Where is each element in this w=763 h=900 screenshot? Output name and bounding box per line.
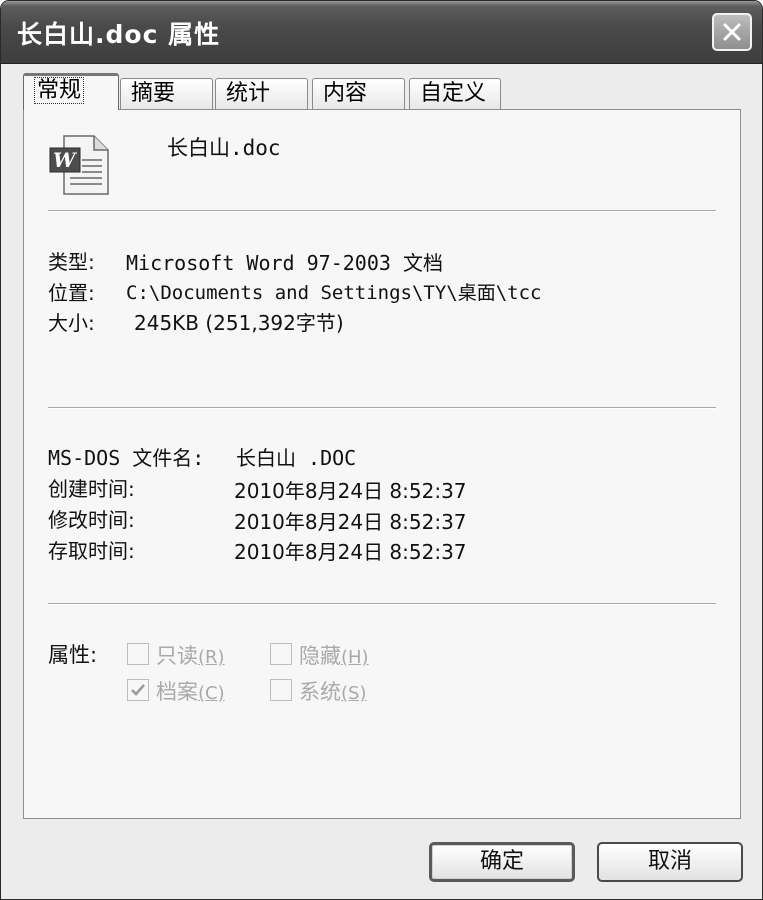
size-value: 245KB (251,392字节) [134,311,344,335]
system-label: 系统 [299,680,341,704]
size-label: 大小: [48,311,95,335]
system-accesskey: (S) [341,683,367,704]
divider-2 [48,407,716,409]
tab-contents-label: 内容 [323,81,368,106]
divider-3 [48,603,716,605]
tab-summary-label: 摘要 [131,81,176,106]
archive-accesskey: (C) [198,683,225,704]
tab-general-label: 常规 [34,77,85,104]
ok-button[interactable]: 确定 [429,842,575,882]
type-value: Microsoft Word 97-2003 文档 [126,251,443,275]
tab-contents[interactable]: 内容 [312,78,405,109]
word-document-icon: W [49,135,109,195]
tab-custom[interactable]: 自定义 [409,78,501,109]
readonly-label: 只读 [156,644,198,668]
location-label: 位置: [48,281,95,305]
archive-label: 档案 [156,680,198,704]
tab-general[interactable]: 常规 [23,73,119,110]
hidden-label: 隐藏 [299,644,341,668]
tab-summary[interactable]: 摘要 [120,78,213,109]
system-option[interactable]: 系统(S) [299,676,366,706]
hidden-option[interactable]: 隐藏(H) [299,640,369,670]
close-button[interactable] [712,13,752,51]
created-label: 创建时间: [48,477,135,501]
readonly-option[interactable]: 只读(R) [156,640,225,670]
title-bar[interactable]: 长白山.doc 属性 [1,1,762,64]
location-value[interactable]: C:\Documents and Settings\TY\桌面\tcc [126,278,542,305]
cancel-button[interactable]: 取消 [597,842,743,882]
tab-statistics-label: 统计 [226,81,271,106]
type-label: 类型: [48,250,95,274]
tab-custom-label: 自定义 [420,81,487,106]
msdos-name-value: 长白山 .DOC [236,446,357,470]
tab-statistics[interactable]: 统计 [215,78,308,109]
divider-1 [48,210,716,212]
file-name: 长白山.doc [167,136,281,160]
accessed-label: 存取时间: [48,539,135,563]
modified-label: 修改时间: [48,508,135,532]
hidden-checkbox[interactable] [270,643,292,665]
svg-text:W: W [53,148,78,172]
window-title: 长白山.doc 属性 [17,20,221,49]
system-checkbox[interactable] [270,679,292,701]
attributes-label: 属性: [48,643,98,667]
modified-value: 2010年8月24日 8:52:37 [234,510,467,534]
accessed-value: 2010年8月24日 8:52:37 [234,540,467,564]
readonly-accesskey: (R) [198,647,225,668]
archive-checkbox[interactable] [127,679,149,701]
close-icon [723,23,741,41]
properties-dialog: 长白山.doc 属性 常规 摘要 统计 内容 自定义 W 长白山.doc 类型:… [0,0,763,900]
msdos-name-label: MS-DOS 文件名: [48,446,205,470]
archive-option[interactable]: 档案(C) [156,676,225,706]
hidden-accesskey: (H) [341,647,369,668]
checkmark-icon [131,684,145,696]
general-tab-panel: W 长白山.doc 类型: Microsoft Word 97-2003 文档 … [23,109,741,819]
created-value: 2010年8月24日 8:52:37 [234,479,467,503]
readonly-checkbox[interactable] [127,643,149,665]
